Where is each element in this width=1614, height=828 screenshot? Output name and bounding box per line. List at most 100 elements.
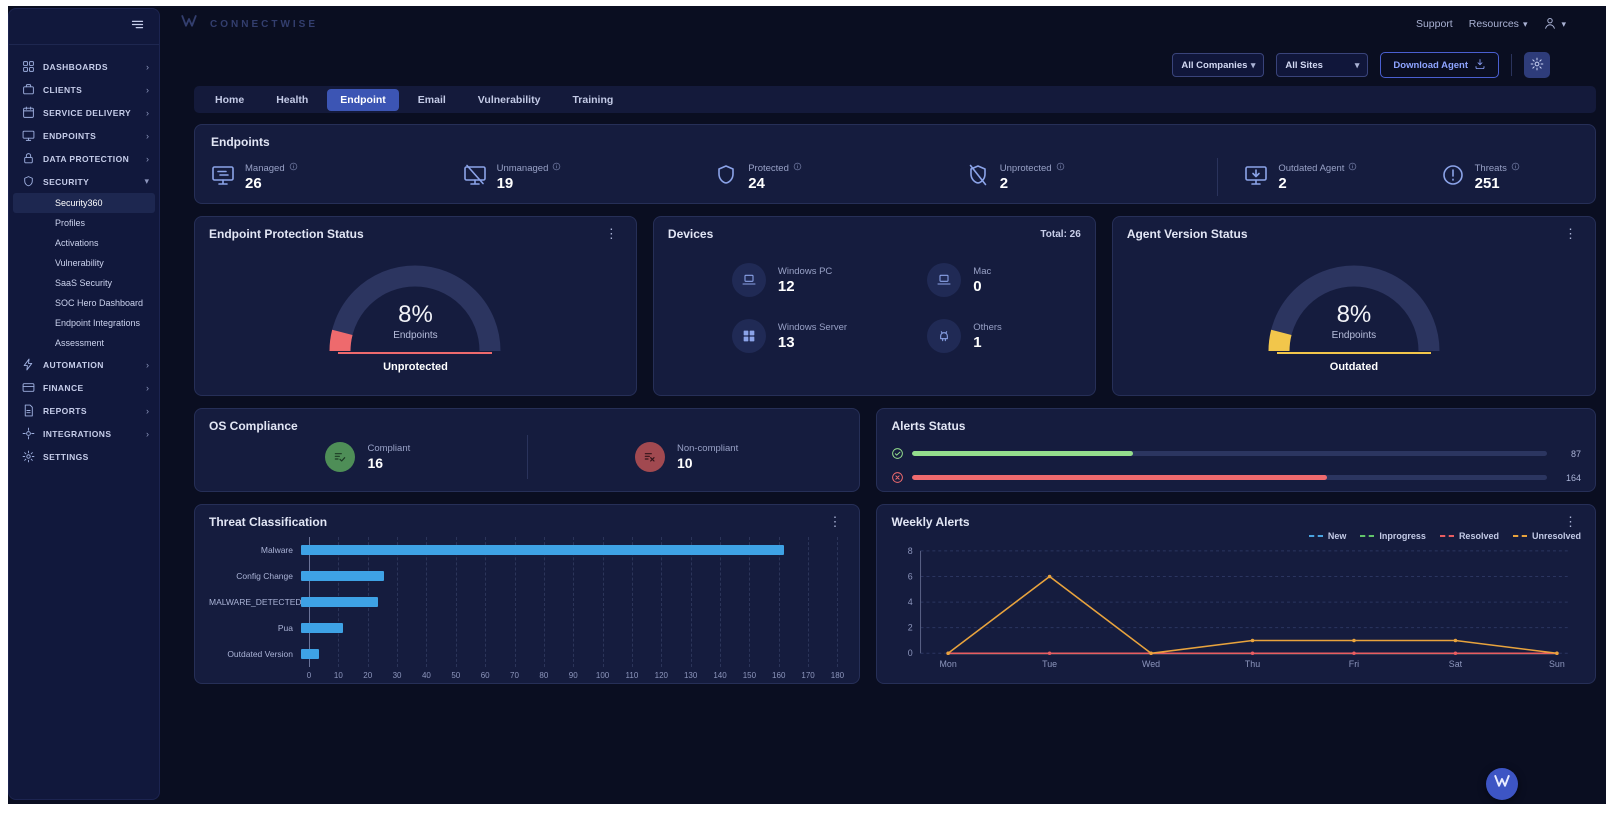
settings-icon <box>21 450 35 463</box>
alert-circle-icon <box>1441 163 1465 192</box>
legend-item-new[interactable]: New <box>1309 531 1347 541</box>
device-others: Others1 <box>927 319 1081 353</box>
bar-row-outdated-version: Outdated Version <box>209 649 837 659</box>
gauge-percent: 8% <box>320 301 510 329</box>
bar-row-pua: Pua <box>209 623 837 633</box>
gauge-percent: 8% <box>1259 301 1449 329</box>
tab-email[interactable]: Email <box>405 89 459 111</box>
weekly-alerts-card: Weekly Alerts ⋮ NewInprogressResolvedUnr… <box>876 504 1596 684</box>
agent-version-status-card: Agent Version Status ⋮ 8%EndpointsOutdat… <box>1112 216 1596 396</box>
chart-x-axis-labels: 0102030405060708090100110120130140150160… <box>309 671 837 683</box>
monitor-download-icon <box>1244 163 1268 192</box>
info-icon[interactable] <box>793 162 802 174</box>
bar-category-label: Config Change <box>209 571 301 581</box>
companies-select[interactable]: All Companies▾ <box>1172 53 1264 77</box>
bar-config-change[interactable] <box>301 571 384 581</box>
kebab-menu-icon[interactable]: ⋮ <box>1560 227 1581 241</box>
sidebar-item-integrations[interactable]: INTEGRATIONS› <box>9 422 159 445</box>
stat-threats: Threats251 <box>1441 162 1579 192</box>
info-icon[interactable] <box>552 162 561 174</box>
x-tick-label: 110 <box>626 671 639 680</box>
protection-gauge: 8%EndpointsUnprotected <box>320 253 510 393</box>
card-title: Threat Classification <box>209 515 327 529</box>
svg-text:Mon: Mon <box>940 659 957 669</box>
sidebar-item-automation[interactable]: AUTOMATION› <box>9 353 159 376</box>
top-header: CONNECTWISE Support Resources▾ ▾ <box>160 6 1606 42</box>
kebab-menu-icon[interactable]: ⋮ <box>1560 515 1581 529</box>
info-icon[interactable] <box>289 162 298 174</box>
sidebar-item-endpoints[interactable]: ENDPOINTS› <box>9 124 159 147</box>
x-tick-label: 60 <box>481 671 490 680</box>
user-menu[interactable]: ▾ <box>1543 16 1566 33</box>
kebab-menu-icon[interactable]: ⋮ <box>824 515 845 529</box>
stat-value: 19 <box>497 175 562 192</box>
sidebar-subitem-saas-security[interactable]: SaaS Security <box>9 273 159 293</box>
integrations-icon <box>21 427 35 440</box>
info-icon[interactable] <box>1056 162 1065 174</box>
bar-malware[interactable] <box>301 545 784 555</box>
sidebar-subitem-activations[interactable]: Activations <box>9 233 159 253</box>
alerts-status-card: Alerts Status 87164 <box>876 408 1596 492</box>
bar-pua[interactable] <box>301 623 343 633</box>
dashboard-icon <box>21 60 35 73</box>
sidebar-item-clients[interactable]: CLIENTS› <box>9 78 159 101</box>
info-icon[interactable] <box>1348 162 1357 174</box>
weekly-alerts-chart: 02468MonTueWedThuFriSatSun <box>891 541 1581 676</box>
kebab-menu-icon[interactable]: ⋮ <box>601 227 622 241</box>
threat-classification-chart: MalwareConfig ChangeMALWARE_DETECTEDPuaO… <box>209 535 845 683</box>
menu-toggle-hamburger-icon[interactable] <box>130 17 145 37</box>
settings-gear-button[interactable] <box>1524 52 1550 78</box>
info-icon[interactable] <box>1511 162 1520 174</box>
chevron-right-icon: › <box>146 406 149 416</box>
line-chart-svg: 02468MonTueWedThuFriSatSun <box>891 543 1581 671</box>
bar-category-label: Outdated Version <box>209 649 301 659</box>
download-agent-button[interactable]: Download Agent <box>1380 52 1499 78</box>
sidebar-subitem-soc-hero-dashboard[interactable]: SOC Hero Dashboard <box>9 293 159 313</box>
reports-icon <box>21 404 35 417</box>
stat-value: 24 <box>748 175 802 192</box>
bar-outdated-version[interactable] <box>301 649 319 659</box>
tab-endpoint[interactable]: Endpoint <box>327 89 399 111</box>
tab-health[interactable]: Health <box>263 89 321 111</box>
alerts-bars: 87164 <box>891 447 1581 484</box>
sidebar-item-security[interactable]: SECURITY▾ <box>9 170 159 193</box>
connectwise-fab-button[interactable] <box>1486 768 1518 800</box>
toolbar-divider <box>1511 54 1512 76</box>
chart-bars: MalwareConfig ChangeMALWARE_DETECTEDPuaO… <box>209 537 837 667</box>
sidebar-item-reports[interactable]: REPORTS› <box>9 399 159 422</box>
svg-text:Sat: Sat <box>1449 659 1463 669</box>
x-tick-label: 100 <box>596 671 609 680</box>
legend-item-inprogress[interactable]: Inprogress <box>1360 531 1426 541</box>
bar-malware-detected[interactable] <box>301 597 378 607</box>
legend-item-unresolved[interactable]: Unresolved <box>1513 531 1581 541</box>
resources-menu[interactable]: Resources▾ <box>1469 18 1528 30</box>
sites-select[interactable]: All Sites▾ <box>1276 53 1368 77</box>
endpoints-icon <box>21 129 35 142</box>
sidebar-item-settings[interactable]: SETTINGS <box>9 445 159 468</box>
endpoint-protection-status-card: Endpoint Protection Status ⋮ 8%Endpoints… <box>194 216 637 396</box>
sidebar-subitem-endpoint-integrations[interactable]: Endpoint Integrations <box>9 313 159 333</box>
stat-managed: Managed26 <box>211 162 463 192</box>
sidebar-subitem-assessment[interactable]: Assessment <box>9 333 159 353</box>
monitor-slash-icon <box>463 163 487 192</box>
sidebar-subitem-security360[interactable]: Security360 <box>13 193 155 213</box>
alert-bar-value: 87 <box>1555 449 1581 459</box>
support-link[interactable]: Support <box>1416 18 1453 30</box>
x-tick-label: 70 <box>510 671 519 680</box>
sidebar-item-dashboards[interactable]: DASHBOARDS› <box>9 55 159 78</box>
devices-card: Devices Total: 26 Windows PC12Mac0Window… <box>653 216 1096 396</box>
legend-item-resolved[interactable]: Resolved <box>1440 531 1499 541</box>
agent-version-gauge: 8%EndpointsOutdated <box>1259 253 1449 393</box>
sidebar-item-data-protection[interactable]: DATA PROTECTION› <box>9 147 159 170</box>
tab-vulnerability[interactable]: Vulnerability <box>465 89 554 111</box>
sidebar-subitem-profiles[interactable]: Profiles <box>9 213 159 233</box>
sidebar-item-finance[interactable]: FINANCE› <box>9 376 159 399</box>
sidebar-item-service-delivery[interactable]: SERVICE DELIVERY› <box>9 101 159 124</box>
download-icon <box>1474 58 1486 73</box>
device-windows-pc: Windows PC12 <box>732 263 927 297</box>
sidebar-subitem-vulnerability[interactable]: Vulnerability <box>9 253 159 273</box>
tab-home[interactable]: Home <box>202 89 257 111</box>
tab-training[interactable]: Training <box>559 89 626 111</box>
card-title: Alerts Status <box>891 419 1581 433</box>
sidebar-nav: DASHBOARDS›CLIENTS›SERVICE DELIVERY›ENDP… <box>9 45 159 478</box>
